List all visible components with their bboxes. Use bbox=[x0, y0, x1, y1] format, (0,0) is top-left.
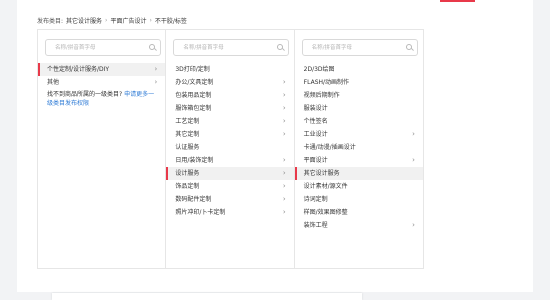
category-list: 个性定制/设计服务/DIY › 其他 › 找不到商品所属的一级类目? 申请更多一… bbox=[38, 63, 166, 108]
category-item-label: 样图/效果图修整 bbox=[303, 209, 348, 216]
category-picker: 个性定制/设计服务/DIY › 其他 › 找不到商品所属的一级类目? 申请更多一… bbox=[37, 29, 424, 269]
chevron-right-icon: › bbox=[282, 130, 286, 138]
category-item-label: 装饰工程 bbox=[303, 222, 328, 229]
category-item[interactable]: 3D打印/定制 bbox=[166, 63, 293, 76]
breadcrumb-item-1[interactable]: 其它设计服务 bbox=[66, 16, 102, 25]
category-item-label: 服饰箱包定制 bbox=[175, 105, 212, 112]
breadcrumb-item-2[interactable]: 平面广告设计 bbox=[110, 16, 146, 25]
breadcrumb-separator: › bbox=[149, 16, 152, 24]
chevron-right-icon: › bbox=[282, 208, 286, 216]
chevron-right-icon: › bbox=[282, 91, 286, 99]
category-search-input[interactable] bbox=[302, 40, 403, 55]
category-item-label: 数码配件定制 bbox=[175, 196, 212, 203]
category-item[interactable]: 认证服务 bbox=[166, 141, 293, 154]
category-item-label: FLASH/动画制作 bbox=[303, 79, 350, 86]
category-item-label: 诗词定制 bbox=[303, 196, 328, 203]
category-item-label: 个性签名 bbox=[303, 118, 328, 125]
category-item[interactable]: 其它设计服务 bbox=[294, 167, 423, 180]
category-item[interactable]: 服装设计 bbox=[295, 102, 423, 115]
category-item[interactable]: 办公/文具定制 › bbox=[166, 76, 293, 89]
chevron-right-icon: › bbox=[282, 156, 286, 164]
category-item[interactable]: 包装用品定制 › bbox=[166, 89, 293, 102]
category-column-level-2: 3D打印/定制 办公/文具定制 › 包装用品定制 › 服饰箱包定制 › 工艺定制… bbox=[166, 30, 295, 268]
category-search-box[interactable] bbox=[301, 39, 418, 56]
search-icon[interactable] bbox=[405, 44, 412, 50]
category-item[interactable]: 其它定制 › bbox=[166, 128, 293, 141]
missing-category-note: 找不到商品所属的一级类目? 申请更多一级类目发布权限 bbox=[38, 89, 165, 108]
category-item-label: 照片冲印/卜卡定制 bbox=[175, 209, 226, 216]
category-item[interactable]: 样图/效果图修整 bbox=[295, 206, 423, 219]
category-list: 2D/3D绘图 FLASH/动画制作 视频后期制作 服装设计 个性签名 工业设计… bbox=[294, 63, 423, 232]
category-search-input[interactable] bbox=[46, 40, 146, 55]
category-item[interactable]: 平面设计 › bbox=[295, 154, 423, 167]
category-list: 3D打印/定制 办公/文具定制 › 包装用品定制 › 服饰箱包定制 › 工艺定制… bbox=[166, 63, 294, 219]
breadcrumb-item-3[interactable]: 不干胶/标签 bbox=[155, 16, 187, 25]
chevron-right-icon: › bbox=[154, 78, 158, 86]
category-item[interactable]: 其他 › bbox=[38, 76, 165, 89]
category-item-label: 平面设计 bbox=[303, 157, 328, 164]
category-item[interactable]: 装饰工程 › bbox=[295, 219, 423, 232]
category-item[interactable]: 服饰箱包定制 › bbox=[166, 102, 293, 115]
category-item[interactable]: FLASH/动画制作 bbox=[295, 76, 423, 89]
category-item-label: 其他 bbox=[47, 79, 60, 86]
category-item-label: 饰品定制 bbox=[175, 183, 200, 190]
category-item[interactable]: 饰品定制 › bbox=[166, 180, 293, 193]
category-item[interactable]: 数码配件定制 › bbox=[166, 193, 293, 206]
chevron-right-icon: › bbox=[282, 78, 286, 86]
chevron-right-icon: › bbox=[282, 104, 286, 112]
category-item[interactable]: 工业设计 › bbox=[295, 128, 423, 141]
category-item-label: 其它设计服务 bbox=[303, 170, 340, 177]
category-item[interactable]: 个性定制/设计服务/DIY › bbox=[38, 63, 166, 76]
category-item[interactable]: 2D/3D绘图 bbox=[295, 63, 423, 76]
category-item[interactable]: 设计服务 › bbox=[166, 167, 294, 180]
category-item-label: 工艺定制 bbox=[175, 118, 200, 125]
category-item-label: 设计服务 bbox=[175, 170, 200, 177]
category-item-label: 其它定制 bbox=[175, 131, 200, 138]
chevron-right-icon: › bbox=[154, 65, 158, 73]
breadcrumb: 发布类目: 其它设计服务 › 平面广告设计 › 不干胶/标签 bbox=[37, 15, 187, 25]
chevron-right-icon: › bbox=[412, 221, 415, 229]
active-tab-indicator bbox=[440, 0, 475, 2]
category-item-label: 2D/3D绘图 bbox=[303, 66, 335, 73]
breadcrumb-separator: › bbox=[105, 16, 108, 24]
category-item[interactable]: 个性签名 bbox=[295, 115, 423, 128]
search-icon[interactable] bbox=[149, 44, 155, 50]
category-item[interactable]: 日用/装饰定制 › bbox=[166, 154, 293, 167]
chevron-right-icon: › bbox=[282, 117, 286, 125]
category-item-label: 包装用品定制 bbox=[175, 92, 212, 99]
category-search-input[interactable] bbox=[174, 40, 275, 55]
chevron-right-icon: › bbox=[282, 182, 286, 190]
bottom-card bbox=[52, 293, 362, 300]
chevron-right-icon: › bbox=[412, 130, 415, 138]
category-item[interactable]: 照片冲印/卜卡定制 › bbox=[166, 206, 293, 219]
breadcrumb-prefix: 发布类目: bbox=[37, 17, 64, 25]
search-icon[interactable] bbox=[277, 44, 284, 50]
category-item[interactable]: 视频后期制作 bbox=[295, 89, 423, 102]
category-item[interactable]: 卡通/动漫/插画设计 bbox=[295, 141, 423, 154]
chevron-right-icon: › bbox=[282, 195, 286, 203]
category-search-box[interactable] bbox=[45, 39, 161, 56]
chevron-right-icon: › bbox=[412, 156, 415, 164]
category-item-label: 个性定制/设计服务/DIY bbox=[47, 66, 110, 73]
category-search-box[interactable] bbox=[173, 39, 290, 56]
chevron-right-icon: › bbox=[282, 169, 286, 177]
category-item-label: 卡通/动漫/插画设计 bbox=[303, 144, 356, 151]
category-item-label: 视频后期制作 bbox=[303, 92, 340, 99]
category-item-label: 办公/文具定制 bbox=[175, 79, 214, 86]
missing-category-text: 找不到商品所属的一级类目? bbox=[47, 91, 123, 98]
category-item-label: 日用/装饰定制 bbox=[175, 157, 214, 164]
category-item-label: 3D打印/定制 bbox=[175, 66, 210, 73]
category-item[interactable]: 工艺定制 › bbox=[166, 115, 293, 128]
category-column-level-3: 2D/3D绘图 FLASH/动画制作 视频后期制作 服装设计 个性签名 工业设计… bbox=[294, 30, 423, 268]
category-item-label: 服装设计 bbox=[303, 105, 328, 112]
category-item[interactable]: 诗词定制 bbox=[295, 193, 423, 206]
category-column-level-1: 个性定制/设计服务/DIY › 其他 › 找不到商品所属的一级类目? 申请更多一… bbox=[38, 30, 167, 268]
category-item-label: 设计素材/源文件 bbox=[303, 183, 348, 190]
category-item[interactable]: 设计素材/源文件 bbox=[295, 180, 423, 193]
category-item-label: 认证服务 bbox=[175, 144, 200, 151]
category-item-label: 工业设计 bbox=[303, 131, 328, 138]
